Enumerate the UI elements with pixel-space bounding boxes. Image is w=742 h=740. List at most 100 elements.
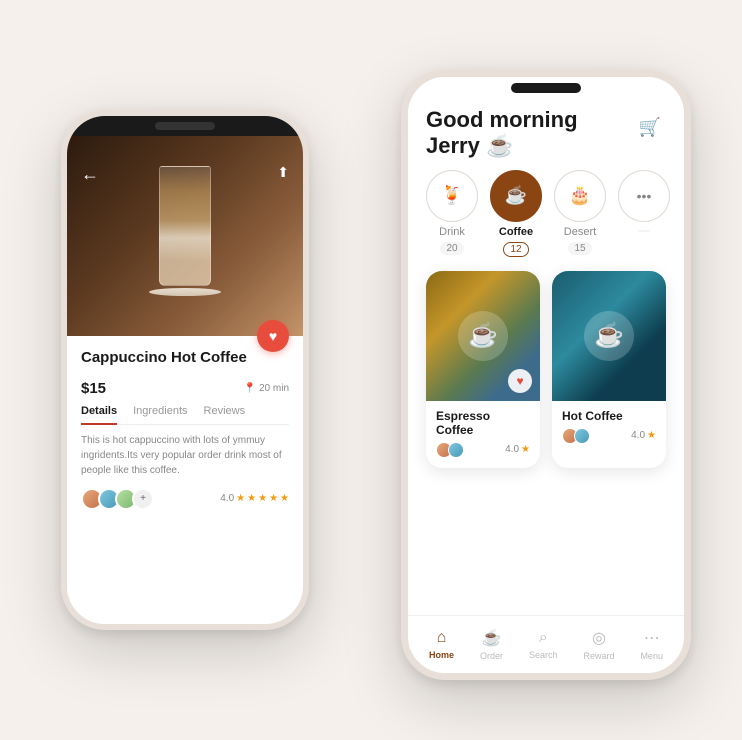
- item-meta-row: Cappuccino Hot Coffee: [81, 348, 289, 372]
- espresso-avatars: [436, 442, 464, 458]
- reviewer-avatars: +: [81, 488, 154, 510]
- share-button[interactable]: ⬆: [277, 164, 289, 181]
- greeting-text: Good morning Jerry ☕: [426, 107, 578, 160]
- notch-pill: [511, 83, 581, 93]
- cart-button[interactable]: 🛒: [634, 111, 666, 143]
- hot-coffee-avatar-2: [574, 428, 590, 444]
- greeting-block: Good morning Jerry ☕: [426, 107, 578, 160]
- pin-icon: 📍: [244, 383, 256, 394]
- status-bar: [408, 77, 684, 99]
- tab-ingredients[interactable]: Ingredients: [133, 405, 187, 424]
- nav-home[interactable]: ⌂ Home: [429, 629, 454, 660]
- search-nav-icon: ⌕: [539, 629, 548, 647]
- item-title: Cappuccino Hot Coffee: [81, 348, 247, 368]
- drink-icon-wrap: 🍹: [426, 170, 478, 222]
- espresso-card-meta: 4.0 ★: [436, 442, 530, 458]
- menu-nav-icon: ⋯: [644, 628, 660, 648]
- home-header: Good morning Jerry ☕ 🛒: [408, 99, 684, 170]
- more-count: [638, 230, 650, 232]
- espresso-rating: 4.0 ★: [505, 444, 530, 455]
- coffee-count: 12: [503, 242, 528, 257]
- hot-coffee-card-image: ☕: [552, 271, 666, 401]
- more-icon-wrap: •••: [618, 170, 670, 222]
- cart-icon: 🛒: [639, 117, 661, 138]
- category-drink[interactable]: 🍹 Drink 20: [426, 170, 478, 257]
- category-coffee[interactable]: ☕ Coffee 12: [490, 170, 542, 257]
- hot-coffee-img-bg: ☕: [552, 271, 666, 401]
- espresso-card-image: ☕ ♥: [426, 271, 540, 401]
- nav-menu[interactable]: ⋯ Menu: [640, 628, 663, 661]
- desert-icon-wrap: 🎂: [554, 170, 606, 222]
- rating-display: 4.0 ★ ★ ★ ★ ★: [220, 493, 289, 504]
- review-row: + 4.0 ★ ★ ★ ★ ★: [81, 488, 289, 510]
- hot-coffee-card-meta: 4.0 ★: [562, 428, 656, 444]
- tab-details[interactable]: Details: [81, 405, 117, 425]
- hot-coffee-card-body: Hot Coffee 4.0 ★: [552, 401, 666, 454]
- price-time-row: $15 📍 20 min: [81, 380, 289, 397]
- star-4: ★: [269, 493, 278, 504]
- star-3: ★: [258, 493, 267, 504]
- espresso-star: ★: [521, 444, 530, 455]
- coffee-icon-wrap: ☕: [490, 170, 542, 222]
- favorite-button[interactable]: ♥: [257, 320, 289, 352]
- star-2: ★: [247, 493, 256, 504]
- phone-right: Good morning Jerry ☕ 🛒 🍹 Drink 20 ☕: [401, 70, 691, 680]
- home-nav-label: Home: [429, 650, 454, 660]
- phones-container: ← ⬆ ♥ Cappuccino Hot Coffee $15 📍 20 min…: [31, 30, 711, 710]
- hot-coffee-star: ★: [647, 430, 656, 441]
- search-nav-label: Search: [529, 650, 558, 660]
- bottom-nav: ⌂ Home ☕ Order ⌕ Search ◎ Reward ⋯ Menu: [408, 615, 684, 673]
- espresso-heart[interactable]: ♥: [508, 369, 532, 393]
- coffee-icon: ☕: [505, 185, 527, 206]
- nav-reward[interactable]: ◎ Reward: [583, 628, 614, 661]
- espresso-avatar-2: [448, 442, 464, 458]
- home-nav-icon: ⌂: [437, 629, 447, 647]
- order-nav-label: Order: [480, 651, 503, 661]
- description-text: This is hot cappuccino with lots of ymmu…: [81, 433, 289, 478]
- hero-image: ← ⬆: [67, 136, 303, 336]
- tab-reviews[interactable]: Reviews: [204, 405, 246, 424]
- coffee-emoji: ☕: [486, 133, 513, 158]
- hot-coffee-avatars: [562, 428, 590, 444]
- back-button[interactable]: ←: [81, 164, 99, 185]
- desert-icon: 🎂: [569, 185, 591, 206]
- espresso-card-name: Espresso Coffee: [436, 409, 530, 437]
- order-nav-icon: ☕: [482, 628, 502, 648]
- tab-row: Details Ingredients Reviews: [81, 405, 289, 425]
- nav-order[interactable]: ☕ Order: [480, 628, 503, 661]
- left-notch: [67, 116, 303, 136]
- drink-count: 20: [440, 242, 463, 255]
- category-more[interactable]: •••: [618, 170, 670, 257]
- desert-count: 15: [568, 242, 591, 255]
- espresso-card[interactable]: ☕ ♥ Espresso Coffee 4.0 ★: [426, 271, 540, 468]
- coffee-tall-cup-illustration: [150, 166, 220, 306]
- phone-left: ← ⬆ ♥ Cappuccino Hot Coffee $15 📍 20 min…: [61, 110, 309, 630]
- cup-saucer: [149, 288, 221, 296]
- more-avatars: +: [132, 488, 154, 510]
- rating-number: 4.0: [220, 493, 234, 504]
- item-time: 📍 20 min: [244, 383, 289, 394]
- espresso-card-body: Espresso Coffee 4.0 ★: [426, 401, 540, 468]
- desert-label: Desert: [564, 226, 596, 238]
- item-price: $15: [81, 380, 106, 397]
- drink-icon: 🍹: [441, 185, 463, 206]
- star-5: ★: [280, 493, 289, 504]
- reward-nav-label: Reward: [583, 651, 614, 661]
- hot-coffee-card-name: Hot Coffee: [562, 409, 656, 423]
- coffee-cards-grid: ☕ ♥ Espresso Coffee 4.0 ★: [408, 267, 684, 478]
- categories-row: 🍹 Drink 20 ☕ Coffee 12 🎂 Desert 15: [408, 170, 684, 267]
- more-icon: •••: [637, 188, 652, 204]
- menu-nav-label: Menu: [640, 651, 663, 661]
- hot-coffee-card[interactable]: ☕ Hot Coffee 4.0 ★: [552, 271, 666, 468]
- coffee-label: Coffee: [499, 226, 533, 238]
- hot-coffee-rating: 4.0 ★: [631, 430, 656, 441]
- espresso-cup-icon: ☕: [458, 311, 508, 361]
- nav-search[interactable]: ⌕ Search: [529, 629, 558, 660]
- hot-coffee-cup-icon: ☕: [584, 311, 634, 361]
- item-content-area: ♥ Cappuccino Hot Coffee $15 📍 20 min Det…: [67, 336, 303, 520]
- reward-nav-icon: ◎: [592, 628, 606, 648]
- drink-label: Drink: [439, 226, 465, 238]
- cup-glass: [159, 166, 211, 286]
- star-1: ★: [236, 493, 245, 504]
- category-desert[interactable]: 🎂 Desert 15: [554, 170, 606, 257]
